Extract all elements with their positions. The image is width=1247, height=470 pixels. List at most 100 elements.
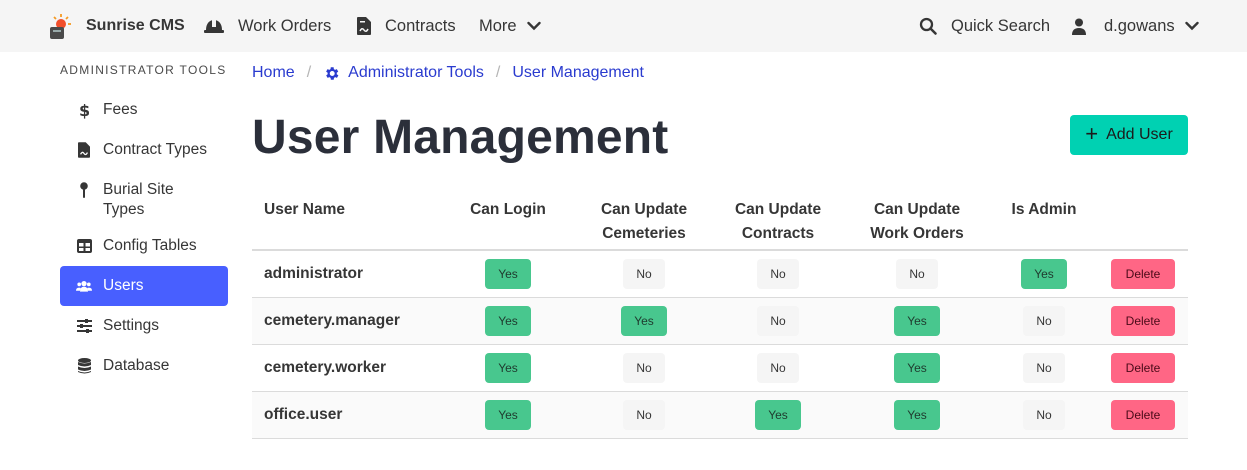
sidebar-item-settings[interactable]: Settings: [60, 316, 228, 336]
is-admin-cell: No: [990, 297, 1098, 345]
sunrise-logo-icon: [46, 13, 72, 39]
sidebar-item-fees[interactable]: $ Fees: [60, 100, 228, 120]
column-header-can-login: Can Login: [440, 190, 576, 251]
can-update-cemeteries-toggle[interactable]: No: [623, 399, 665, 430]
nav-work-orders-label: Work Orders: [238, 16, 332, 35]
can-update-cemeteries-toggle[interactable]: No: [623, 352, 665, 383]
can-update-contracts-cell: No: [712, 344, 844, 392]
nav-contracts[interactable]: Contracts: [357, 0, 456, 52]
nav-contracts-label: Contracts: [385, 16, 456, 35]
top-navbar: Sunrise CMS Work Orders Contracts More Q…: [0, 0, 1247, 52]
table-row: cemetery.manager Yes Yes No Yes No Delete: [252, 297, 1188, 345]
sidebar-item-database[interactable]: Database: [60, 356, 228, 376]
column-header-actions: [1098, 190, 1188, 251]
sidebar-section-label: Administrator Tools: [60, 63, 227, 77]
delete-user-button[interactable]: Delete: [1110, 258, 1176, 289]
column-header-can-update-cemeteries: Can Update Cemeteries: [576, 190, 712, 251]
table-icon: [76, 236, 92, 256]
can-update-cemeteries-cell: No: [576, 344, 712, 392]
can-update-cemeteries-cell: Yes: [576, 297, 712, 345]
can-update-contracts-toggle[interactable]: No: [757, 258, 799, 289]
can-update-work-orders-toggle[interactable]: Yes: [894, 352, 940, 383]
sidebar-item-users[interactable]: Users: [60, 266, 228, 306]
sidebar-item-burial-site-types[interactable]: Burial Site Types: [60, 180, 228, 220]
breadcrumb-home[interactable]: Home: [252, 64, 295, 82]
table-row: cemetery.worker Yes No No Yes No Delete: [252, 344, 1188, 392]
can-login-toggle[interactable]: Yes: [485, 399, 531, 430]
hard-hat-icon: [204, 18, 224, 34]
can-update-contracts-cell: No: [712, 297, 844, 345]
sidebar-item-config-tables[interactable]: Config Tables: [60, 236, 228, 256]
sidebar-item-contract-types[interactable]: Contract Types: [60, 140, 228, 160]
user-name-cell: office.user: [252, 391, 440, 439]
sidebar-item-label: Database: [103, 357, 170, 374]
breadcrumb-separator: /: [306, 64, 312, 81]
can-update-work-orders-cell: Yes: [844, 297, 990, 345]
add-user-button[interactable]: + Add User: [1070, 115, 1188, 155]
nav-more-dropdown[interactable]: More: [479, 0, 541, 52]
table-row: administrator Yes No No No Yes Delete: [252, 250, 1188, 298]
nav-work-orders[interactable]: Work Orders: [204, 0, 331, 52]
sidebar-item-label: Config Tables: [103, 237, 197, 254]
nav-quick-search[interactable]: Quick Search: [919, 0, 1050, 52]
database-icon: [76, 356, 92, 376]
actions-cell: Delete: [1098, 391, 1188, 439]
breadcrumb-admin-label: Administrator Tools: [348, 64, 484, 81]
nav-more-label: More: [479, 16, 517, 35]
breadcrumb-admin-tools[interactable]: Administrator Tools: [323, 64, 484, 82]
can-update-work-orders-toggle[interactable]: No: [896, 258, 938, 289]
sidebar-item-label: Contract Types: [103, 141, 207, 158]
breadcrumb-current: User Management: [512, 64, 644, 81]
user-name-cell: cemetery.manager: [252, 297, 440, 345]
can-update-work-orders-toggle[interactable]: Yes: [894, 305, 940, 336]
can-login-toggle[interactable]: Yes: [485, 258, 531, 289]
is-admin-toggle[interactable]: Yes: [1021, 258, 1067, 289]
is-admin-toggle[interactable]: No: [1023, 305, 1065, 336]
actions-cell: Delete: [1098, 344, 1188, 392]
file-contract-icon: [76, 140, 92, 160]
can-login-cell: Yes: [440, 250, 576, 298]
is-admin-cell: No: [990, 391, 1098, 439]
delete-user-button[interactable]: Delete: [1110, 399, 1176, 430]
file-contract-icon: [357, 17, 371, 35]
column-header-user-name: User Name: [252, 190, 440, 251]
plus-icon: +: [1085, 121, 1099, 146]
can-login-cell: Yes: [440, 344, 576, 392]
can-update-contracts-toggle[interactable]: No: [757, 352, 799, 383]
can-update-cemeteries-toggle[interactable]: No: [623, 258, 665, 289]
can-update-work-orders-toggle[interactable]: Yes: [894, 399, 940, 430]
actions-cell: Delete: [1098, 250, 1188, 298]
user-name-cell: administrator: [252, 250, 440, 298]
can-update-contracts-toggle[interactable]: Yes: [755, 399, 801, 430]
is-admin-cell: No: [990, 344, 1098, 392]
is-admin-cell: Yes: [990, 250, 1098, 298]
nav-user-menu[interactable]: d.gowans: [1072, 0, 1199, 52]
can-login-toggle[interactable]: Yes: [485, 305, 531, 336]
can-update-contracts-toggle[interactable]: No: [757, 305, 799, 336]
search-icon: [919, 17, 937, 35]
chevron-down-icon: [1184, 21, 1199, 31]
column-header-is-admin: Is Admin: [990, 190, 1098, 251]
can-update-cemeteries-toggle[interactable]: Yes: [621, 305, 667, 336]
svg-text:$: $: [79, 101, 89, 119]
users-icon: [76, 276, 92, 296]
is-admin-toggle[interactable]: No: [1023, 352, 1065, 383]
column-header-can-update-contracts: Can Update Contracts: [712, 190, 844, 251]
username-label: d.gowans: [1104, 16, 1175, 35]
delete-user-button[interactable]: Delete: [1110, 305, 1176, 336]
is-admin-toggle[interactable]: No: [1023, 399, 1065, 430]
user-icon: [1072, 18, 1086, 35]
can-update-cemeteries-cell: No: [576, 250, 712, 298]
can-update-contracts-cell: No: [712, 250, 844, 298]
table-row: office.user Yes No Yes Yes No Delete: [252, 391, 1188, 439]
can-login-toggle[interactable]: Yes: [485, 352, 531, 383]
can-update-cemeteries-cell: No: [576, 391, 712, 439]
can-update-work-orders-cell: Yes: [844, 344, 990, 392]
table-header-row: User Name Can Login Can Update Cemeterie…: [252, 190, 1188, 251]
delete-user-button[interactable]: Delete: [1110, 352, 1176, 383]
breadcrumb: Home / Administrator Tools / User Manage…: [252, 62, 644, 84]
brand-link[interactable]: Sunrise CMS: [46, 0, 185, 52]
gear-icon: [323, 65, 340, 82]
sidebar-item-label: Users: [103, 277, 144, 294]
column-header-can-update-work-orders: Can Update Work Orders: [844, 190, 990, 251]
